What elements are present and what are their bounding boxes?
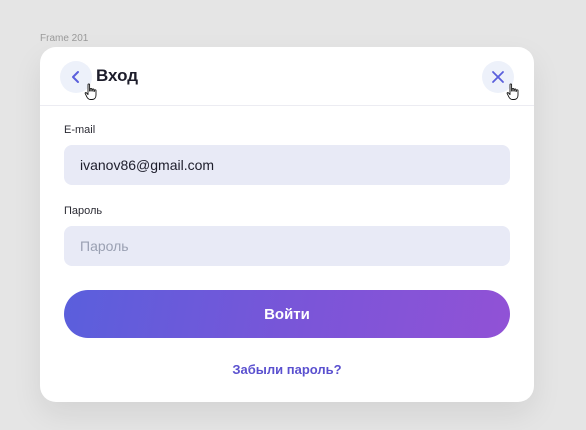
close-icon [492, 71, 504, 83]
modal-header: Вход [40, 47, 534, 106]
email-label: E-mail [64, 124, 96, 136]
back-button[interactable] [60, 61, 97, 100]
login-modal: Вход E-mail Пароль Войти Забыли пароль? [40, 47, 534, 402]
password-field[interactable] [64, 226, 510, 266]
password-label: Пароль [64, 205, 103, 217]
frame-label: Frame 201 [40, 33, 89, 44]
login-button[interactable]: Войти [64, 290, 510, 338]
login-form: E-mail Пароль Войти Забыли пароль? [40, 106, 534, 377]
hand-pointer-icon [506, 83, 519, 100]
modal-title: Вход [96, 66, 139, 85]
forgot-password-link[interactable]: Забыли пароль? [64, 362, 510, 377]
email-field[interactable] [64, 145, 510, 185]
close-button[interactable] [482, 61, 519, 100]
chevron-left-icon [72, 71, 79, 83]
